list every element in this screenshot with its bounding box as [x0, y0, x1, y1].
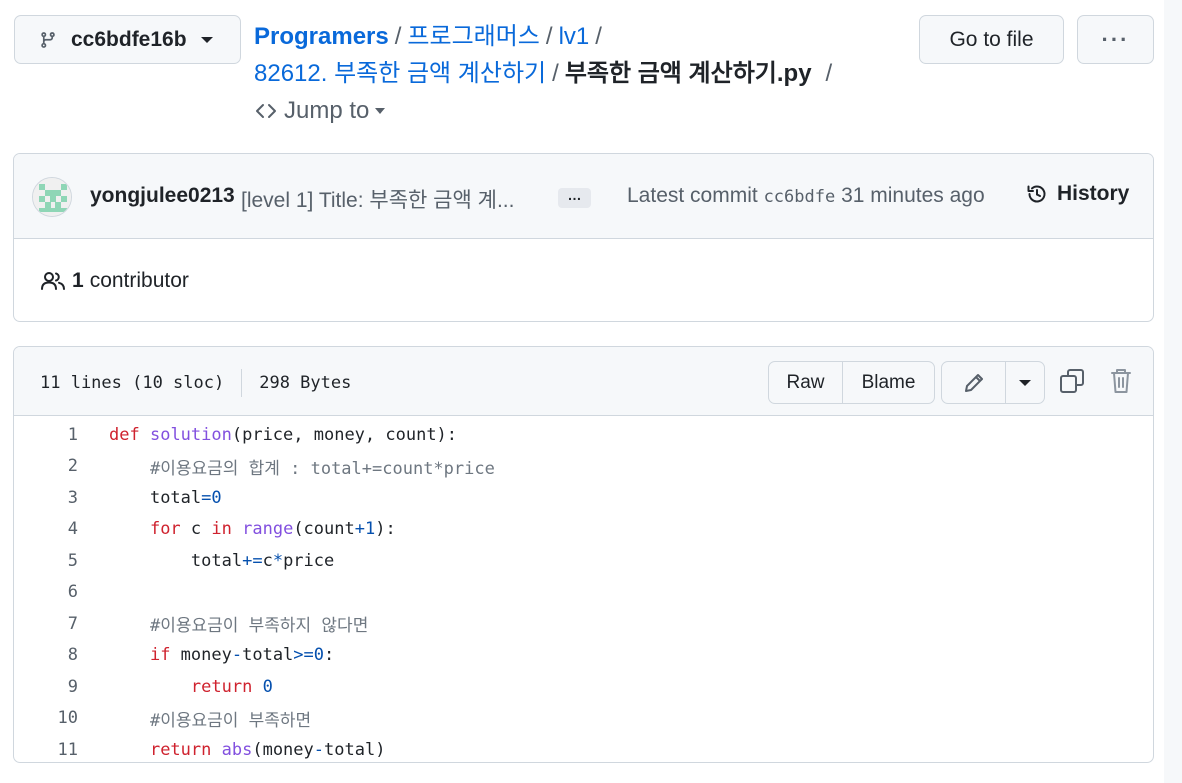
commit-time: 31 minutes ago	[841, 184, 985, 207]
contributor-count: 1	[72, 269, 84, 292]
pencil-icon	[964, 373, 983, 392]
breadcrumb-separator: /	[545, 23, 553, 50]
code-text: for c in range(count+1):	[149, 519, 396, 540]
breadcrumb-folder-link[interactable]: 82612. 부족한 금액 계산하기	[254, 60, 546, 87]
people-icon	[41, 272, 65, 290]
code-text: #이용요금의 합계 : total+=count*price	[149, 458, 495, 479]
history-link[interactable]: History	[1025, 182, 1129, 206]
contributors-link[interactable]: 1 contributor	[40, 269, 189, 293]
line-number[interactable]: 2	[14, 456, 78, 476]
edit-button-group	[941, 361, 1045, 404]
copy-icon[interactable]	[1058, 367, 1086, 395]
history-icon	[1027, 185, 1046, 203]
commit-message-link[interactable]: [level 1] Title: 부족한 금액 계...	[241, 184, 514, 214]
line-number[interactable]: 9	[14, 677, 78, 697]
line-number[interactable]: 5	[14, 551, 78, 571]
code-text: def solution(price, money, count):	[109, 424, 458, 445]
code-text: return 0	[190, 676, 273, 697]
code-line: 3 total=0	[14, 482, 1153, 514]
code-line: 6	[14, 577, 1153, 609]
commit-author-link[interactable]: yongjulee0213	[90, 184, 235, 208]
commit-header: yongjulee0213 [level 1] Title: 부족한 금액 계.…	[14, 154, 1153, 239]
latest-commit-info: Latest commit cc6bdfe 31 minutes ago	[627, 184, 985, 208]
line-number[interactable]: 1	[14, 425, 78, 445]
file-size: 298 Bytes	[259, 373, 352, 393]
code-line: 2 #이용요금의 합계 : total+=count*price	[14, 451, 1153, 483]
code-text: total=0	[149, 487, 222, 508]
breadcrumb-file-name: 부족한 금액 계산하기.py	[564, 60, 812, 87]
more-options-button[interactable]: ···	[1077, 15, 1154, 64]
code-text: if money-total>=0:	[149, 645, 335, 666]
file-line-count: 11 lines (10 sloc)	[40, 373, 225, 393]
edit-options-dropdown[interactable]	[1006, 362, 1044, 403]
latest-commit-box: yongjulee0213 [level 1] Title: 부족한 금액 계.…	[13, 153, 1154, 322]
line-number[interactable]: 11	[14, 740, 78, 760]
identicon-icon	[33, 178, 71, 216]
go-to-file-button[interactable]: Go to file	[919, 15, 1064, 64]
commit-sha-link[interactable]: cc6bdfe	[764, 187, 836, 207]
code-line: 7 #이용요금이 부족하지 않다면	[14, 608, 1153, 640]
breadcrumb-folder-link[interactable]: 프로그래머스	[407, 23, 539, 50]
breadcrumb: Programers / 프로그래머스 / lv1/ 82612. 부족한 금액 계산하…	[254, 18, 838, 129]
code-line: 5 total+=c*price	[14, 545, 1153, 577]
divider	[241, 369, 243, 397]
history-label: History	[1057, 182, 1130, 205]
chevron-down-icon	[1019, 379, 1031, 386]
breadcrumb-separator: /	[394, 23, 402, 50]
file-info: 11 lines (10 sloc) 298 Bytes	[40, 369, 351, 397]
branch-name: cc6bdfe16b	[71, 27, 187, 51]
avatar[interactable]	[32, 177, 72, 217]
code-table: 1 def solution(price, money, count): 2 #이…	[14, 416, 1153, 762]
code-text: #이용요금이 부족하면	[149, 710, 312, 731]
chevron-down-icon	[375, 107, 386, 114]
file-view-button-group: Raw Blame	[768, 361, 935, 404]
file-view: 11 lines (10 sloc) 298 Bytes Raw Blame 1…	[13, 346, 1154, 763]
breadcrumb-separator: /	[552, 60, 559, 87]
code-text: return abs(money-total)	[149, 739, 386, 760]
code-line: 11 return abs(money-total)	[14, 734, 1153, 762]
code-line: 9 return 0	[14, 671, 1153, 703]
file-header: 11 lines (10 sloc) 298 Bytes Raw Blame	[14, 347, 1153, 416]
line-number[interactable]: 3	[14, 488, 78, 508]
breadcrumb-separator: /	[595, 23, 602, 50]
expand-commit-message-button[interactable]: …	[558, 188, 591, 208]
code-line: 10 #이용요금이 부족하면	[14, 703, 1153, 735]
jump-to-dropdown[interactable]: Jump to	[254, 92, 838, 129]
git-branch-icon	[41, 31, 55, 48]
breadcrumb-repo-link[interactable]: Programers	[254, 23, 389, 50]
code-line: 1 def solution(price, money, count):	[14, 419, 1153, 451]
code-text: #이용요금이 부족하지 않다면	[149, 616, 369, 637]
blame-button[interactable]: Blame	[843, 362, 934, 403]
latest-commit-label: Latest commit	[627, 184, 758, 207]
page-scrollbar-track	[1164, 0, 1182, 783]
line-number[interactable]: 10	[14, 708, 78, 728]
breadcrumb-folder-link[interactable]: lv1	[559, 23, 590, 50]
jump-to-label: Jump to	[284, 97, 370, 124]
line-number[interactable]: 4	[14, 519, 78, 539]
trash-icon[interactable]	[1108, 367, 1134, 395]
code-icon	[256, 103, 276, 118]
chevron-down-icon	[200, 36, 213, 43]
breadcrumb-separator: /	[825, 60, 833, 87]
branch-selector-button[interactable]: cc6bdfe16b	[14, 15, 241, 64]
code-line: 8 if money-total>=0:	[14, 640, 1153, 672]
raw-button[interactable]: Raw	[769, 362, 843, 403]
code-line: 4 for c in range(count+1):	[14, 514, 1153, 546]
contributor-label: contributor	[89, 269, 189, 292]
line-number[interactable]: 6	[14, 582, 78, 602]
line-number[interactable]: 7	[14, 614, 78, 634]
line-number[interactable]: 8	[14, 645, 78, 665]
edit-file-button[interactable]	[942, 362, 1006, 403]
code-text: total+=c*price	[190, 550, 335, 571]
